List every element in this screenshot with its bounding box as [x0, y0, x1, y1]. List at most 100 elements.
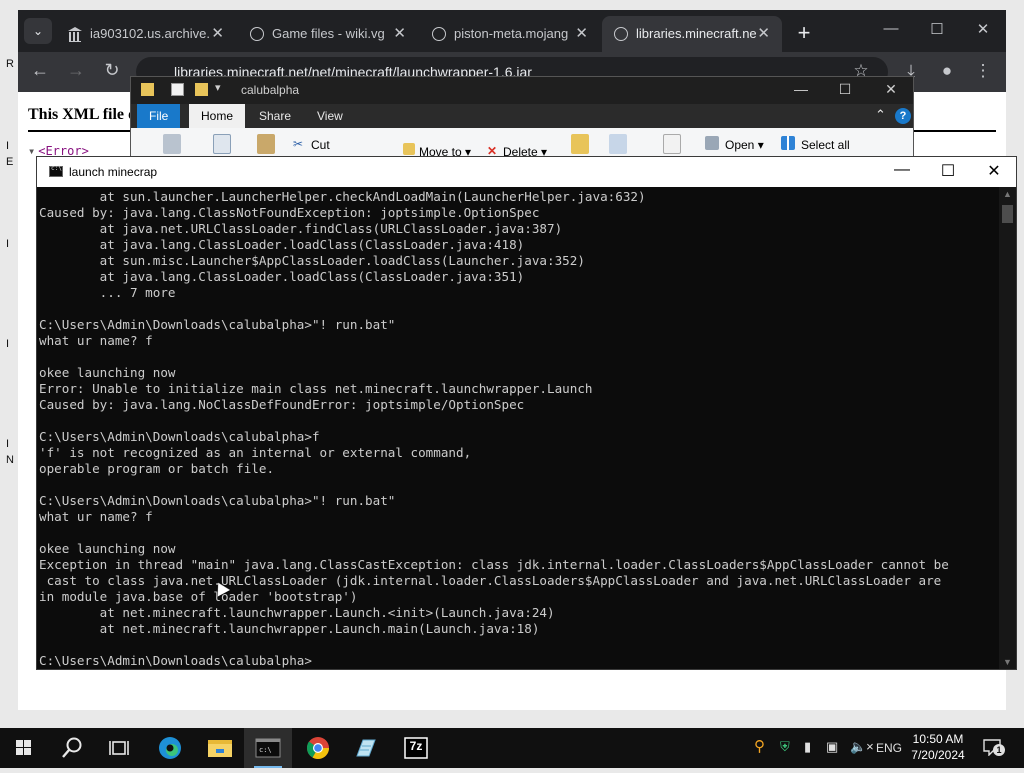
terminal-button[interactable]: c:\: [244, 728, 292, 768]
taskbar: c:\ 7z ⚲ ⛨ ▮ ▣ 🔈× ENG 10:50 AM 7/20/2024: [0, 728, 1024, 768]
maximize-button[interactable]: ☐: [825, 81, 865, 98]
console-line: at java.net.URLClassLoader.findClass(URL…: [39, 221, 563, 236]
globe-icon: [614, 27, 628, 41]
close-icon[interactable]: ✕: [757, 16, 770, 52]
tab-label: Game files - wiki.vg: [272, 26, 385, 41]
edge-fragment: R: [6, 58, 14, 70]
scroll-down-icon[interactable]: ▼: [999, 657, 1016, 667]
chevron-up-icon[interactable]: ⌃: [875, 107, 886, 123]
tab-view[interactable]: View: [305, 104, 355, 128]
close-icon[interactable]: ✕: [211, 16, 224, 52]
console-line: what ur name? f: [39, 333, 153, 348]
notepad-icon: [356, 739, 376, 757]
quick-access-dropdown-icon[interactable]: ▾: [215, 81, 221, 94]
select-all-icon: [781, 136, 795, 150]
open-icon: [705, 136, 719, 150]
new-folder-icon[interactable]: [571, 134, 589, 154]
new-tab-button[interactable]: +: [790, 16, 818, 52]
properties-icon[interactable]: [171, 83, 184, 96]
console-titlebar: launch minecrap — ☐ ✕: [37, 157, 1016, 187]
clock-date: 7/20/2024: [911, 748, 965, 762]
close-window-button[interactable]: ✕: [871, 81, 911, 98]
paste-icon[interactable]: [257, 134, 275, 154]
console-output[interactable]: at sun.launcher.LauncherHelper.checkAndL…: [39, 187, 999, 669]
volume-muted-icon[interactable]: 🔈×: [850, 739, 874, 755]
file-explorer-icon: [208, 740, 232, 757]
close-window-button[interactable]: ✕: [960, 20, 1006, 38]
close-icon[interactable]: ✕: [575, 16, 588, 52]
tab-wiki-vg[interactable]: Game files - wiki.vg ✕: [238, 16, 418, 52]
edge-fragment: N: [6, 454, 14, 466]
tray-shield-icon[interactable]: ⛨: [780, 739, 790, 755]
tab-archive[interactable]: ia903102.us.archive.o ✕: [56, 16, 236, 52]
tab-search-button[interactable]: ⌄: [24, 18, 52, 44]
console-line: what ur name? f: [39, 509, 153, 524]
minimize-button[interactable]: —: [781, 81, 821, 97]
folder-icon: [403, 143, 415, 155]
console-line: okee launching now: [39, 365, 176, 380]
scroll-thumb[interactable]: [1002, 205, 1013, 223]
copy-icon[interactable]: [213, 134, 231, 154]
task-view-icon: [109, 741, 129, 755]
properties-icon[interactable]: [663, 134, 681, 154]
console-line: Error: Unable to initialize main class n…: [39, 381, 593, 396]
search-icon: [62, 737, 82, 758]
edge-fragment: I: [6, 338, 10, 350]
back-button[interactable]: ←: [26, 60, 54, 81]
console-scrollbar[interactable]: ▲ ▼: [999, 187, 1016, 669]
clock[interactable]: 10:50 AM 7/20/2024: [905, 731, 971, 763]
tray-key-icon[interactable]: ⚲: [754, 737, 765, 755]
tray-usb-icon[interactable]: ▮: [804, 739, 811, 755]
tab-file[interactable]: File: [137, 104, 181, 128]
globe-icon: [432, 27, 446, 41]
edge-button[interactable]: [146, 728, 194, 768]
open-button[interactable]: Open ▾: [725, 138, 764, 152]
tab-home[interactable]: Home: [189, 104, 246, 128]
edge-fragment: I: [6, 238, 10, 250]
tab-strip: ⌄ ia903102.us.archive.o ✕ Game files - w…: [18, 10, 1006, 52]
notepad-button[interactable]: [342, 728, 390, 768]
edge-icon: [159, 737, 181, 759]
scissors-icon: ✂: [293, 137, 304, 151]
tab-label: piston-meta.mojang: [454, 26, 569, 41]
console-line: cast to class java.net.URLClassLoader (j…: [39, 573, 942, 588]
select-all-button[interactable]: Select all: [801, 138, 850, 152]
chrome-button[interactable]: [294, 728, 342, 768]
minimize-button[interactable]: —: [868, 20, 914, 37]
maximize-button[interactable]: ☐: [914, 20, 960, 38]
network-icon[interactable]: ▣: [826, 739, 838, 755]
new-folder-icon[interactable]: [195, 83, 208, 96]
new-item-icon[interactable]: [609, 134, 627, 154]
tab-libraries-minecraft[interactable]: libraries.minecraft.ne ✕: [602, 16, 782, 52]
notification-badge: 1: [993, 744, 1005, 756]
tab-piston-meta[interactable]: piston-meta.mojang ✕: [420, 16, 600, 52]
console-line: Caused by: java.lang.ClassNotFoundExcept…: [39, 205, 540, 220]
expand-triangle-icon: ▾: [28, 144, 36, 158]
console-line: in module java.base of loader 'bootstrap…: [39, 589, 358, 604]
profile-icon[interactable]: ●: [934, 61, 960, 81]
file-explorer-button[interactable]: [196, 728, 244, 768]
ribbon-tabs: File Home Share View ⌃ ?: [131, 104, 913, 128]
close-window-button[interactable]: ✕: [971, 161, 1017, 181]
reload-button[interactable]: ↻: [98, 60, 126, 81]
pin-icon[interactable]: [163, 134, 181, 154]
maximize-button[interactable]: ☐: [925, 161, 971, 181]
tab-share[interactable]: Share: [247, 104, 303, 128]
forward-button[interactable]: →: [62, 60, 90, 81]
7zip-button[interactable]: 7z: [392, 728, 440, 768]
start-button[interactable]: [0, 728, 48, 768]
open-label: Open: [725, 138, 755, 152]
terminal-icon: c:\: [255, 738, 281, 758]
console-line: C:\Users\Admin\Downloads\calubalpha>"! r…: [39, 493, 396, 508]
scroll-up-icon[interactable]: ▲: [999, 189, 1016, 199]
close-icon[interactable]: ✕: [393, 16, 406, 52]
language-indicator[interactable]: ENG: [876, 741, 902, 755]
cut-button[interactable]: Cut: [311, 138, 330, 152]
explorer-titlebar: ▾ calubalpha — ☐ ✕: [131, 77, 913, 104]
search-button[interactable]: [48, 728, 96, 768]
notification-center-button[interactable]: 1: [982, 738, 1005, 757]
minimize-button[interactable]: —: [879, 161, 925, 179]
menu-kebab-icon[interactable]: ⋮: [970, 61, 996, 81]
task-view-button[interactable]: [96, 728, 144, 768]
help-icon[interactable]: ?: [895, 108, 911, 124]
